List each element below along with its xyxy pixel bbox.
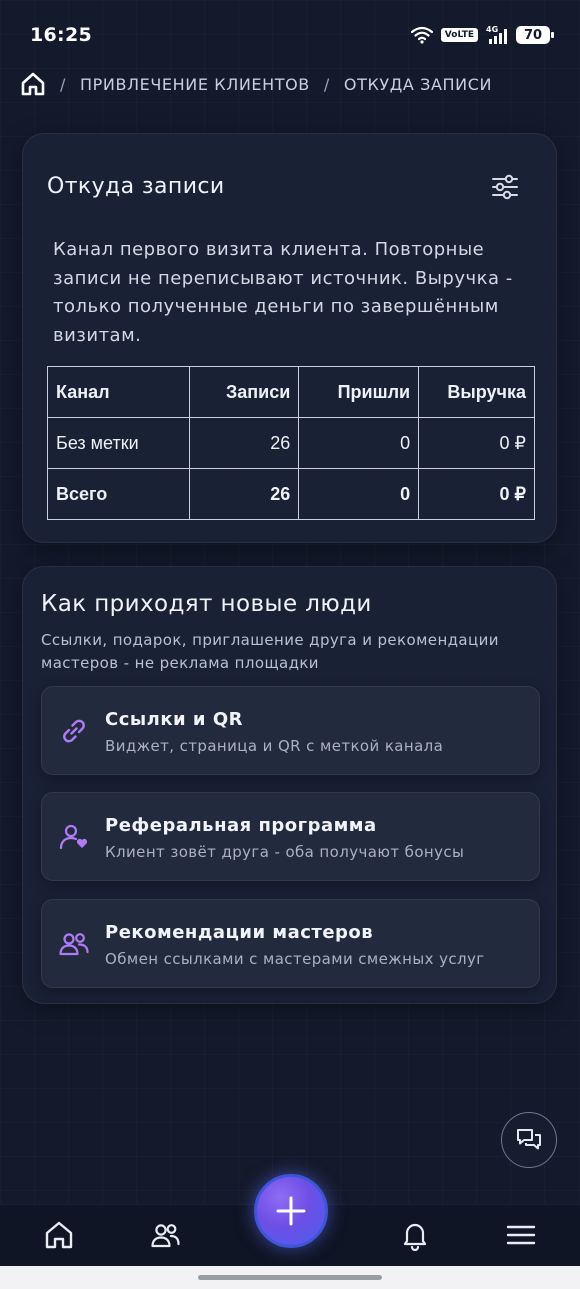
battery-indicator: 70 <box>516 26 554 44</box>
gesture-handle[interactable] <box>198 1275 382 1280</box>
acquisition-card: Как приходят новые люди Ссылки, подарок,… <box>22 566 557 1004</box>
table-header: Записи <box>188 366 300 418</box>
filter-button[interactable] <box>490 172 520 202</box>
nav-clients-button[interactable] <box>147 1217 183 1253</box>
table-header-row: Канал Записи Пришли Выручка <box>47 366 535 418</box>
sources-description: Канал первого визита клиента. Повторные … <box>53 239 513 346</box>
master-recommendations-subtitle: Обмен ссылками с мастерами смежных услуг <box>105 950 485 968</box>
chat-icon <box>517 1129 541 1150</box>
table-header: Выручка <box>418 366 535 418</box>
network-type: 4G <box>486 25 498 34</box>
links-qr-subtitle: Виджет, страница и QR с меткой канала <box>105 737 444 755</box>
plus-icon <box>276 1196 306 1226</box>
links-qr-item[interactable]: Ссылки и QR Виджет, страница и QR с метк… <box>41 686 540 775</box>
table-header: Пришли <box>298 366 420 418</box>
sources-card: Откуда записи Канал первого визита клиен… <box>22 133 557 543</box>
home-icon[interactable] <box>20 71 46 97</box>
referral-program-subtitle: Клиент зовёт друга - оба получают бонусы <box>105 843 465 861</box>
master-recommendations-title: Рекомендации мастеров <box>105 922 374 943</box>
sliders-icon <box>492 174 518 200</box>
breadcrumb-item-acquisition[interactable]: ПРИВЛЕЧЕНИЕ КЛИЕНТОВ <box>80 75 310 94</box>
nav-home-button[interactable] <box>41 1217 77 1253</box>
acquisition-card-subtitle: Ссылки, подарок, приглашение друга и рек… <box>41 631 499 672</box>
nav-notifications-button[interactable] <box>397 1217 433 1253</box>
home-icon <box>45 1221 73 1249</box>
table-cell: 0 <box>298 468 420 520</box>
links-qr-title: Ссылки и QR <box>105 709 243 730</box>
bell-icon <box>403 1223 427 1251</box>
sources-table: Канал Записи Пришли Выручка Без метки 26… <box>47 366 535 520</box>
users-icon <box>59 933 89 956</box>
chat-button[interactable] <box>501 1112 557 1168</box>
clients-icon <box>151 1224 180 1248</box>
add-button[interactable] <box>254 1174 328 1248</box>
wifi-icon <box>410 26 433 44</box>
table-cell: 0 ₽ <box>418 417 535 469</box>
table-row: Без метки 26 0 0 ₽ <box>47 417 535 469</box>
status-icons: VoLTE 4G 70 <box>410 25 554 45</box>
status-time: 16:25 <box>30 24 92 46</box>
system-gesture-area <box>0 1266 580 1289</box>
sources-card-title: Откуда записи <box>47 174 225 199</box>
table-cell: Без метки <box>47 417 190 469</box>
signal-icon: 4G <box>486 25 507 44</box>
table-cell: 26 <box>188 468 300 520</box>
link-icon <box>63 719 85 743</box>
volte-badge: VoLTE <box>440 28 478 42</box>
master-recommendations-item[interactable]: Рекомендации мастеров Обмен ссылками с м… <box>41 899 540 988</box>
status-bar: 16:25 VoLTE 4G 70 <box>0 0 580 70</box>
table-total-row: Всего 26 0 0 ₽ <box>47 468 535 520</box>
nav-menu-button[interactable] <box>503 1217 539 1253</box>
table-cell: 26 <box>188 417 300 469</box>
referral-program-item[interactable]: Реферальная программа Клиент зовёт друга… <box>41 792 540 881</box>
referral-program-title: Реферальная программа <box>105 815 377 836</box>
user-heart-icon <box>59 824 88 850</box>
breadcrumb-item-current: ОТКУДА ЗАПИСИ <box>343 74 493 94</box>
table-cell: 0 ₽ <box>418 468 535 520</box>
breadcrumb-separator: / <box>60 74 66 94</box>
acquisition-card-title: Как приходят новые люди <box>41 591 372 617</box>
breadcrumb: / ПРИВЛЕЧЕНИЕ КЛИЕНТОВ / ОТКУДА ЗАПИСИ <box>20 68 492 100</box>
table-header: Канал <box>47 366 190 418</box>
table-cell: 0 <box>298 417 420 469</box>
breadcrumb-separator: / <box>323 74 330 94</box>
menu-icon <box>506 1225 536 1245</box>
table-cell: Всего <box>47 468 190 520</box>
